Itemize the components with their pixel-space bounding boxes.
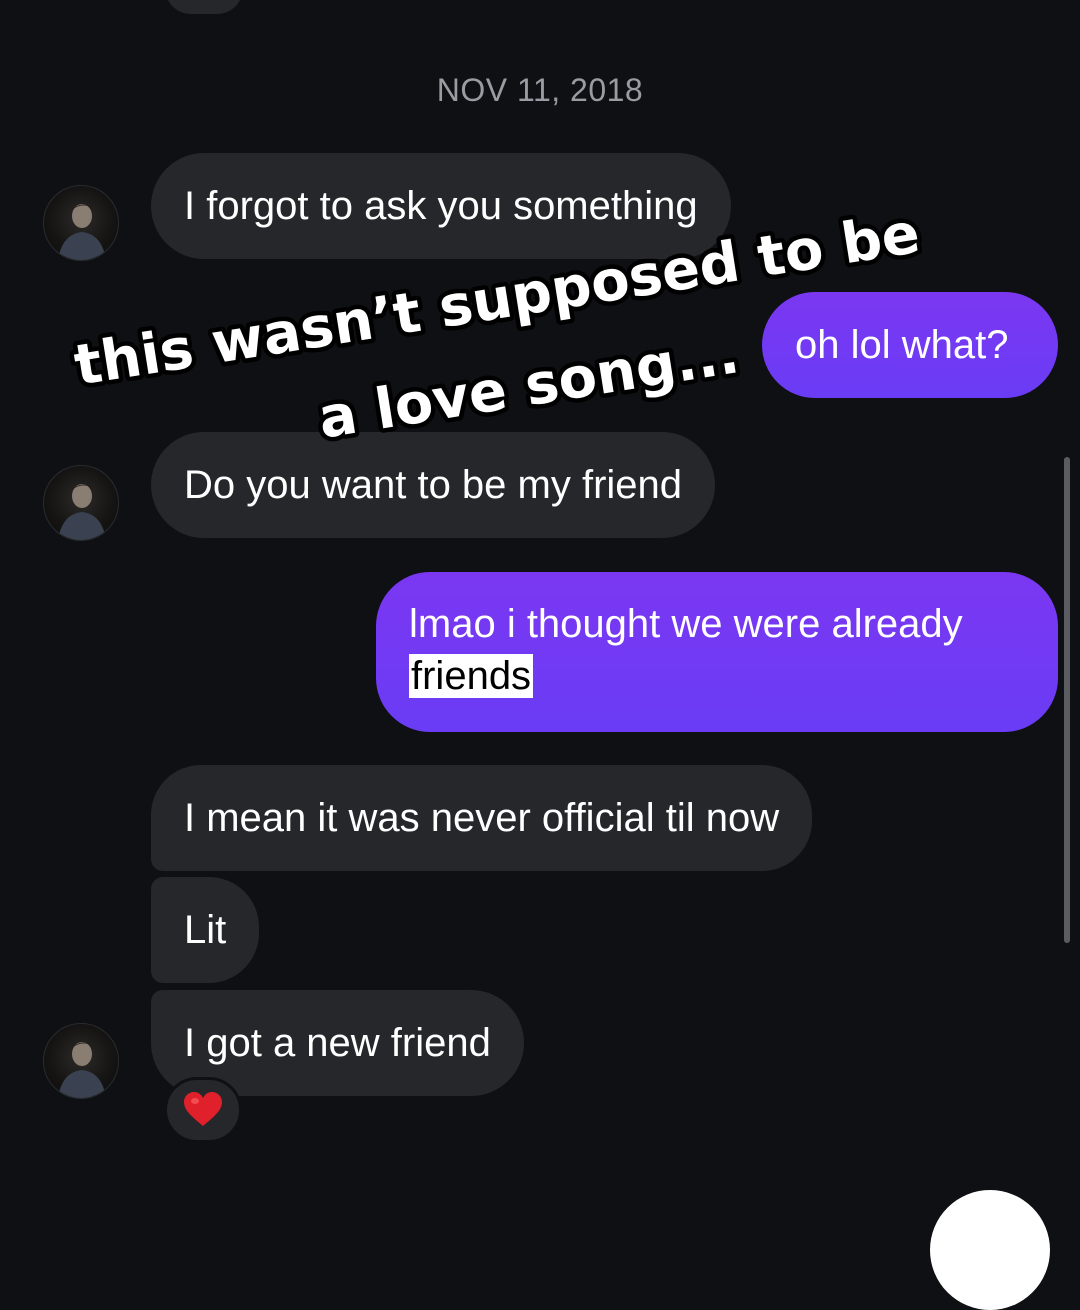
message-bubble-incoming[interactable]: Lit (151, 877, 260, 983)
red-heart-icon (184, 1092, 222, 1126)
contact-avatar[interactable] (43, 185, 119, 261)
contact-avatar[interactable] (43, 465, 119, 541)
message-text: oh lol what? (795, 323, 1009, 367)
date-divider: NOV 11, 2018 (436, 72, 644, 108)
contact-avatar[interactable] (43, 1023, 119, 1099)
message-bubble-incoming[interactable]: I forgot to ask you something (151, 153, 731, 259)
previous-message-bubble (165, 0, 243, 14)
reaction-badge[interactable] (164, 1077, 242, 1143)
highlighted-text[interactable]: friends (409, 654, 534, 698)
message-text: I mean it was never official til now (184, 796, 780, 840)
message-text: I forgot to ask you something (184, 184, 698, 228)
message-text: Lit (184, 908, 227, 952)
message-bubble-incoming[interactable]: Do you want to be my friend (151, 432, 716, 538)
message-bubble-outgoing[interactable]: oh lol what? (762, 292, 1058, 398)
scrollbar[interactable] (1064, 457, 1070, 943)
message-text: I got a new friend (184, 1021, 491, 1065)
message-bubble-outgoing[interactable]: lmao i thought we were already friends (376, 572, 1058, 732)
message-text: Do you want to be my friend (184, 463, 683, 507)
message-bubble-incoming[interactable]: I mean it was never official til now (151, 765, 813, 871)
floating-action-button[interactable] (930, 1190, 1050, 1310)
message-text-line: lmao i thought we were already (409, 602, 963, 646)
